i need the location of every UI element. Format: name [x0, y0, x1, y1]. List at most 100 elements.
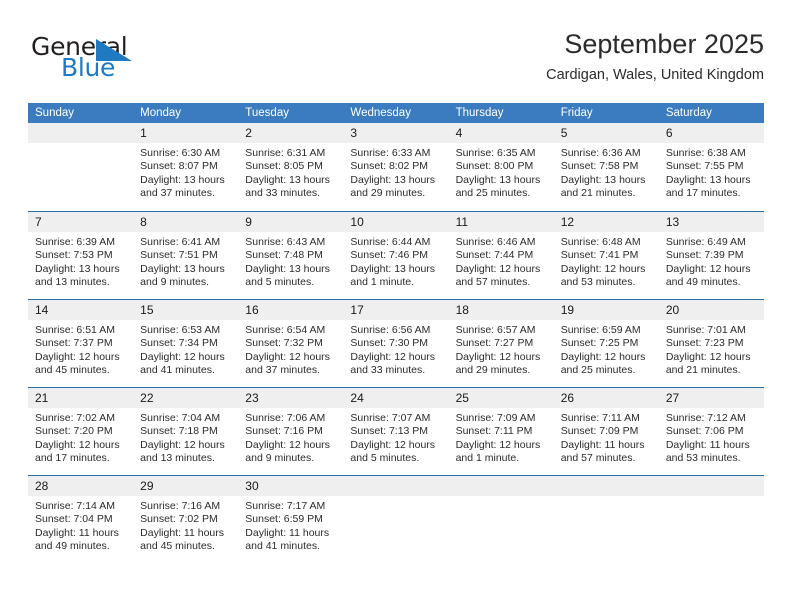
calendar-day-cell[interactable]: 15 Sunrise: 6:53 AM Sunset: 7:34 PM Dayligh… — [133, 300, 239, 387]
day-info-line: and 33 minutes. — [350, 364, 426, 377]
day-sun-info: Sunrise: 6:51 AM Sunset: 7:37 PM Daylight:… — [28, 320, 133, 378]
calendar-day-cell[interactable]: 21 Sunrise: 7:02 AM Sunset: 7:20 PM Dayligh… — [28, 388, 134, 475]
day-sun-info: Sunrise: 7:06 AM Sunset: 7:16 PM Daylight:… — [238, 408, 343, 466]
day-info-line: Sunset: 7:51 PM — [140, 249, 218, 262]
calendar-day-cell[interactable]: 9 Sunrise: 6:43 AM Sunset: 7:48 PM Daylight… — [238, 212, 344, 299]
day-info-line: Daylight: 12 hours — [560, 262, 646, 275]
calendar-day-cell[interactable]: 18 Sunrise: 6:57 AM Sunset: 7:27 PM Dayligh… — [448, 300, 554, 387]
day-info-line: and 21 minutes. — [665, 364, 741, 377]
calendar-day-cell[interactable]: 11 Sunrise: 6:46 AM Sunset: 7:44 PM Dayligh… — [448, 212, 554, 299]
day-number: 15 — [140, 303, 154, 317]
day-number-band: 1 — [133, 123, 239, 143]
day-sun-info: Sunrise: 7:04 AM Sunset: 7:18 PM Daylight:… — [133, 408, 238, 466]
calendar-week-row: 14 Sunrise: 6:51 AM Sunset: 7:37 PM Dayligh… — [28, 299, 764, 387]
calendar-day-cell[interactable]: 7 Sunrise: 6:39 AM Sunset: 7:53 PM Daylight… — [28, 212, 134, 299]
calendar-day-cell[interactable]: 4 Sunrise: 6:35 AM Sunset: 8:00 PM Daylight… — [448, 123, 554, 211]
day-info-line: Sunset: 7:30 PM — [350, 337, 429, 350]
calendar-day-cell[interactable]: 16 Sunrise: 6:54 AM Sunset: 7:32 PM Dayligh… — [238, 300, 344, 387]
day-number-band: 23 — [238, 388, 344, 408]
day-number-band: 15 — [133, 300, 239, 320]
calendar-day-cell[interactable]: 22 Sunrise: 7:04 AM Sunset: 7:18 PM Dayligh… — [133, 388, 239, 475]
day-info-line: Sunrise: 7:04 AM — [140, 412, 221, 424]
day-sun-info: Sunrise: 6:44 AM Sunset: 7:46 PM Daylight:… — [343, 232, 448, 290]
day-number: 30 — [245, 479, 259, 493]
calendar-day-cell[interactable]: 2 Sunrise: 6:31 AM Sunset: 8:05 PM Daylight… — [238, 123, 344, 211]
day-info-line: Daylight: 13 hours — [245, 173, 330, 186]
day-number: 25 — [455, 391, 469, 405]
calendar-day-cell[interactable]: 28 Sunrise: 7:14 AM Sunset: 7:04 PM Dayligh… — [28, 476, 134, 563]
calendar-day-cell[interactable]: 20 Sunrise: 7:01 AM Sunset: 7:23 PM Dayligh… — [658, 300, 764, 387]
calendar-page: General Blue September 2025 Cardigan, Wa… — [0, 0, 792, 612]
day-number-band: 16 — [238, 300, 344, 320]
calendar-day-cell[interactable]: 27 Sunrise: 7:12 AM Sunset: 7:06 PM Dayligh… — [658, 388, 764, 475]
day-sun-info: Sunrise: 6:39 AM Sunset: 7:53 PM Daylight:… — [28, 232, 133, 290]
day-info-line: Sunset: 7:46 PM — [350, 249, 429, 262]
calendar-day-cell[interactable]: 24 Sunrise: 7:07 AM Sunset: 7:13 PM Dayligh… — [343, 388, 449, 475]
day-info-line: Sunrise: 7:14 AM — [35, 500, 115, 512]
day-number: 23 — [245, 391, 259, 405]
day-number-band: 12 — [553, 212, 659, 232]
day-info-line: Daylight: 13 hours — [560, 173, 646, 186]
day-sun-info: Sunrise: 6:59 AM Sunset: 7:25 PM Daylight:… — [554, 320, 659, 378]
calendar-week-row: 28 Sunrise: 7:14 AM Sunset: 7:04 PM Dayligh… — [28, 475, 764, 563]
day-info-line: and 9 minutes. — [245, 452, 315, 465]
day-info-line: Daylight: 12 hours — [665, 350, 751, 363]
day-sun-info: Sunrise: 6:41 AM Sunset: 7:51 PM Daylight:… — [133, 232, 238, 290]
calendar-day-cell[interactable]: 12 Sunrise: 6:48 AM Sunset: 7:41 PM Dayligh… — [553, 212, 659, 299]
day-info-line: Sunrise: 6:31 AM — [245, 147, 326, 159]
day-number: 20 — [665, 303, 680, 317]
day-number: 28 — [35, 479, 49, 493]
day-info-line: Sunrise: 7:06 AM — [245, 412, 326, 424]
calendar-day-cell[interactable]: 8 Sunrise: 6:41 AM Sunset: 7:51 PM Daylight… — [133, 212, 239, 299]
calendar-day-cell-empty — [343, 476, 449, 563]
day-info-line: Sunset: 7:20 PM — [35, 425, 113, 438]
day-info-line: Sunrise: 7:07 AM — [350, 412, 431, 424]
day-info-line: Sunset: 7:18 PM — [140, 425, 218, 438]
day-info-line: Daylight: 11 hours — [245, 526, 330, 539]
page-title: September 2025 — [564, 29, 764, 59]
day-info-line: Daylight: 12 hours — [560, 350, 646, 363]
day-sun-info — [449, 496, 554, 500]
day-info-line: and 25 minutes. — [455, 187, 531, 200]
day-number: 1 — [140, 126, 147, 140]
day-number-band: 4 — [448, 123, 554, 143]
logo-text-blue: Blue — [61, 53, 116, 82]
calendar-day-cell[interactable]: 13 Sunrise: 6:49 AM Sunset: 7:39 PM Dayligh… — [658, 212, 764, 299]
day-number-band — [343, 476, 449, 496]
day-info-line: and 5 minutes. — [350, 452, 420, 465]
calendar-day-cell[interactable]: 26 Sunrise: 7:11 AM Sunset: 7:09 PM Dayligh… — [553, 388, 659, 475]
day-number: 27 — [665, 391, 680, 405]
day-number: 12 — [560, 215, 575, 229]
day-info-line: Daylight: 11 hours — [665, 438, 750, 451]
day-info-line: Sunset: 7:37 PM — [35, 337, 113, 350]
day-number: 9 — [245, 215, 252, 229]
day-info-line: Daylight: 13 hours — [350, 173, 436, 186]
calendar-day-cell[interactable]: 23 Sunrise: 7:06 AM Sunset: 7:16 PM Dayligh… — [238, 388, 344, 475]
calendar-day-cell[interactable]: 3 Sunrise: 6:33 AM Sunset: 8:02 PM Daylight… — [343, 123, 449, 211]
day-number: 11 — [455, 215, 469, 229]
day-info-line: Sunset: 7:23 PM — [665, 337, 744, 350]
day-number-band — [28, 123, 134, 143]
calendar-day-cell[interactable]: 1 Sunrise: 6:30 AM Sunset: 8:07 PM Daylight… — [133, 123, 239, 211]
day-info-line: and 49 minutes. — [665, 276, 741, 289]
day-info-line: and 37 minutes. — [140, 187, 215, 200]
calendar-day-cell[interactable]: 14 Sunrise: 6:51 AM Sunset: 7:37 PM Dayligh… — [28, 300, 134, 387]
calendar-day-cell[interactable]: 10 Sunrise: 6:44 AM Sunset: 7:46 PM Dayligh… — [343, 212, 449, 299]
calendar-day-cell[interactable]: 19 Sunrise: 6:59 AM Sunset: 7:25 PM Dayligh… — [553, 300, 659, 387]
day-number-band: 20 — [658, 300, 764, 320]
day-sun-info: Sunrise: 6:43 AM Sunset: 7:48 PM Daylight:… — [238, 232, 343, 290]
calendar-day-cell[interactable]: 30 Sunrise: 7:17 AM Sunset: 6:59 PM Dayligh… — [238, 476, 344, 563]
calendar-day-cell[interactable]: 5 Sunrise: 6:36 AM Sunset: 7:58 PM Daylight… — [553, 123, 659, 211]
calendar-day-cell[interactable]: 29 Sunrise: 7:16 AM Sunset: 7:02 PM Dayligh… — [133, 476, 239, 563]
calendar-week-row: 7 Sunrise: 6:39 AM Sunset: 7:53 PM Daylight… — [28, 211, 764, 299]
calendar-day-cell[interactable]: 17 Sunrise: 6:56 AM Sunset: 7:30 PM Dayligh… — [343, 300, 449, 387]
day-info-line: Daylight: 13 hours — [665, 173, 751, 186]
calendar-day-cell[interactable]: 6 Sunrise: 6:38 AM Sunset: 7:55 PM Daylight… — [658, 123, 764, 211]
day-number-band: 8 — [133, 212, 239, 232]
day-info-line: and 57 minutes. — [455, 276, 531, 289]
day-info-line: Sunset: 8:05 PM — [245, 160, 323, 173]
day-sun-info — [659, 496, 764, 500]
day-info-line: Sunrise: 6:56 AM — [350, 324, 431, 336]
calendar-day-cell[interactable]: 25 Sunrise: 7:09 AM Sunset: 7:11 PM Dayligh… — [448, 388, 554, 475]
day-number-band: 24 — [343, 388, 449, 408]
